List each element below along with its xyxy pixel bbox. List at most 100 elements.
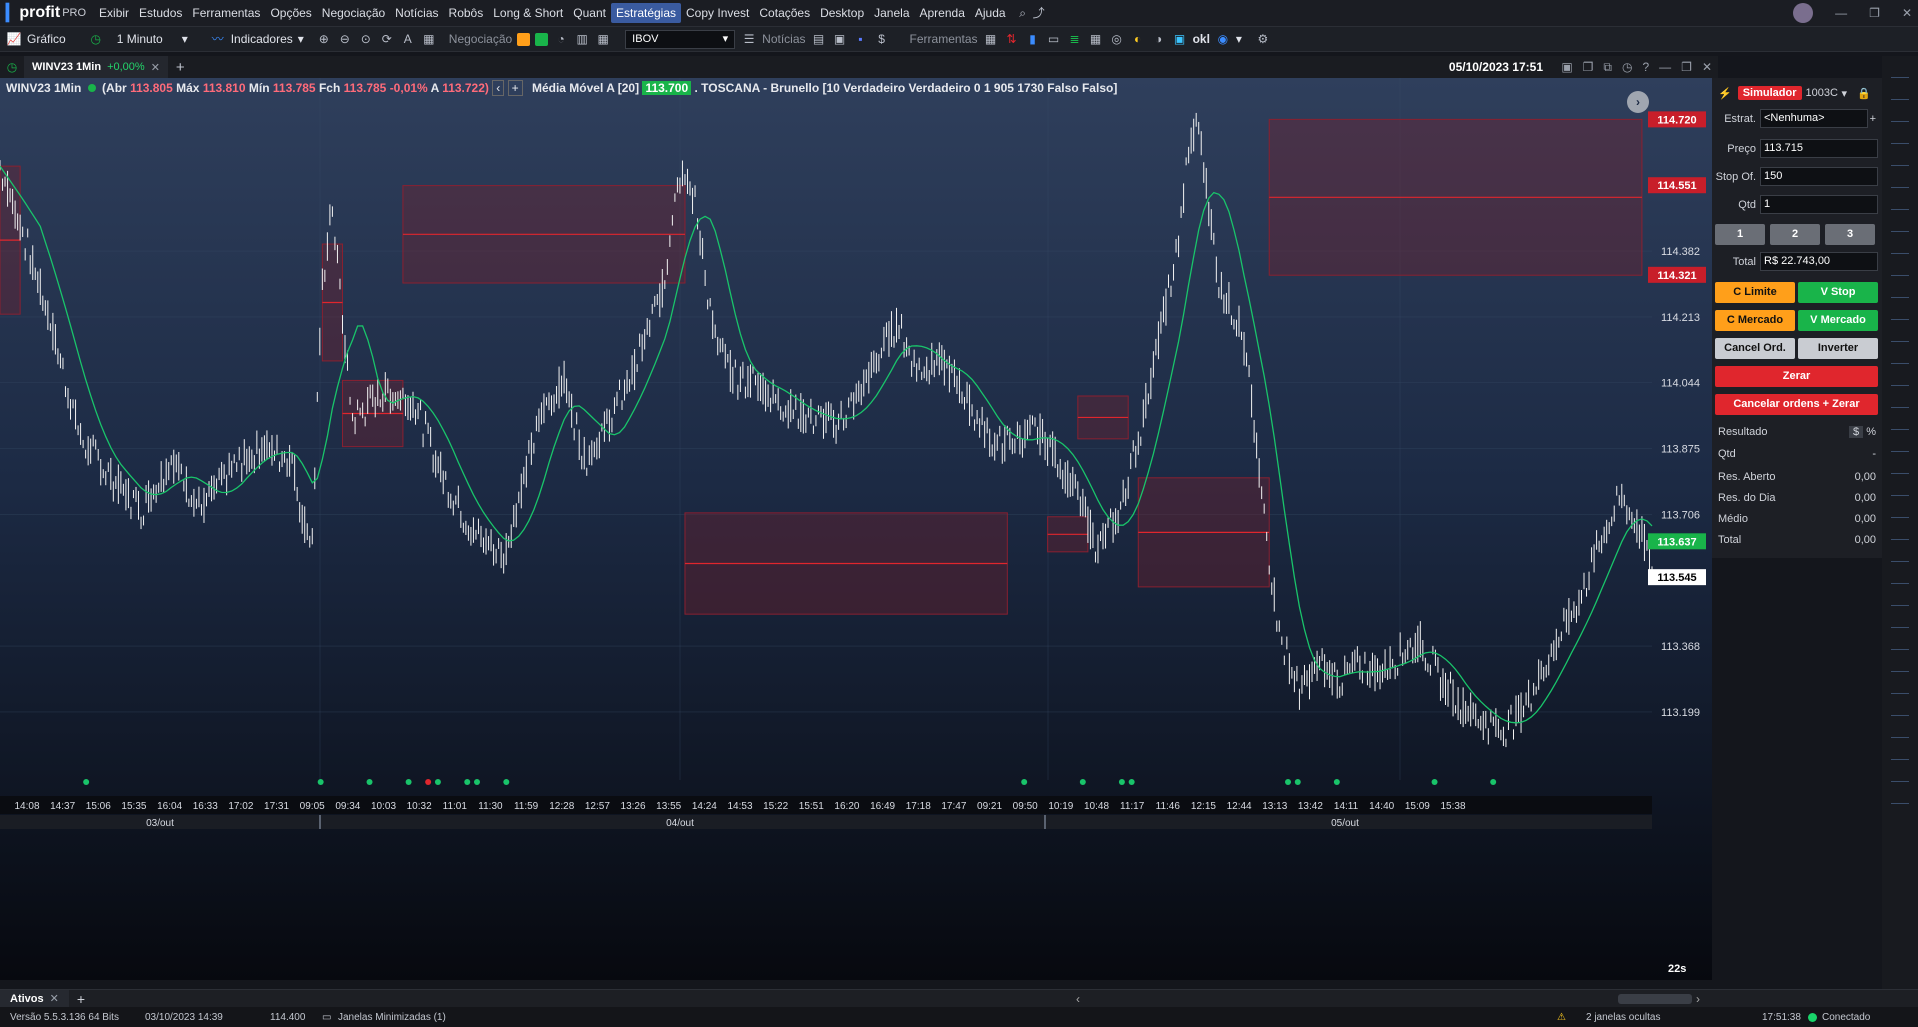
- news-icon-2[interactable]: ▣: [832, 31, 848, 47]
- pitch-icon[interactable]: [1891, 700, 1909, 716]
- zero-position-button[interactable]: Zerar: [1715, 366, 1878, 387]
- qty-preset-2[interactable]: 2: [1770, 224, 1820, 245]
- menu-item-negocia-o[interactable]: Negociação: [317, 0, 390, 26]
- vline-icon[interactable]: [1891, 370, 1909, 386]
- indicators-button[interactable]: 〰 Indicadores ▾: [204, 31, 310, 47]
- fill-icon[interactable]: [1891, 172, 1909, 188]
- fib-c-icon[interactable]: [1891, 502, 1909, 518]
- clock-icon[interactable]: ◷: [4, 59, 20, 75]
- ray-icon[interactable]: [1891, 282, 1909, 298]
- total-input[interactable]: R$ 22.743,00: [1760, 252, 1878, 271]
- zoom-in-icon[interactable]: ⊕: [316, 31, 332, 47]
- menu-item-long-short[interactable]: Long & Short: [488, 0, 568, 26]
- news-icon[interactable]: ▤: [811, 31, 827, 47]
- image-icon[interactable]: ▣: [1172, 31, 1188, 47]
- fib-fan-icon[interactable]: [1891, 524, 1909, 540]
- alarm-icon[interactable]: ◎: [1109, 31, 1125, 47]
- percent-toggle[interactable]: %: [1866, 426, 1876, 438]
- qty-preset-3[interactable]: 3: [1825, 224, 1875, 245]
- menu-item-cota-es[interactable]: Cotações: [754, 0, 815, 26]
- stop-input[interactable]: 150: [1760, 167, 1878, 186]
- simulator-badge[interactable]: Simulador: [1737, 86, 1802, 100]
- matrix-icon[interactable]: ▦: [983, 31, 999, 47]
- share-icon[interactable]: ⤴: [1031, 5, 1047, 21]
- cursor-icon[interactable]: [1891, 62, 1909, 78]
- chart-canvas[interactable]: 114.382 114.213 114.044 113.875 113.706 113.3…: [0, 78, 1712, 980]
- pen-icon[interactable]: [1891, 238, 1909, 254]
- magnet-icon[interactable]: [1891, 150, 1909, 166]
- menu-item-op-es[interactable]: Opções: [265, 0, 316, 26]
- qty-preset-1[interactable]: 1: [1715, 224, 1765, 245]
- estrat-select[interactable]: <Nenhuma>: [1760, 109, 1868, 128]
- updown-icon[interactable]: ⇅: [1004, 31, 1020, 47]
- gauge-icon[interactable]: ◑: [1151, 31, 1167, 47]
- arrow-down-icon[interactable]: [1891, 458, 1909, 474]
- menu-item-estrat-gias[interactable]: Estratégias: [610, 3, 682, 23]
- buy-limit-button[interactable]: C Limite: [1715, 282, 1795, 303]
- close-icon[interactable]: ✕: [50, 992, 59, 1005]
- menu-item-janela[interactable]: Janela: [869, 0, 914, 26]
- lock-icon[interactable]: 🔒: [1857, 87, 1871, 100]
- asset-selector[interactable]: IBOV ▾: [625, 29, 736, 49]
- hline-icon[interactable]: [1891, 348, 1909, 364]
- hidden-windows[interactable]: 2 janelas ocultas: [1586, 1012, 1661, 1023]
- chevron-down-icon[interactable]: ▾: [1842, 87, 1848, 100]
- legend-collapse-icon[interactable]: ‹: [492, 80, 505, 96]
- arrow-up-icon[interactable]: [1891, 436, 1909, 452]
- label-a-icon[interactable]: [1891, 766, 1909, 782]
- price-chart[interactable]: 114.382 114.213 114.044 113.875 113.706 113.3…: [0, 78, 1712, 980]
- help-icon[interactable]: ?: [1642, 60, 1649, 75]
- interval-selector[interactable]: ◷ 1 Minuto ▾: [82, 31, 194, 47]
- grid-icon[interactable]: [1891, 788, 1909, 804]
- add-tab-icon[interactable]: +: [176, 59, 185, 76]
- hand-icon[interactable]: [1891, 128, 1909, 144]
- restore-icon[interactable]: ❐: [1869, 6, 1880, 20]
- menu-item-ferramentas[interactable]: Ferramentas: [187, 0, 265, 26]
- tab-winv23[interactable]: WINV23 1Min +0,00% ✕: [24, 56, 168, 78]
- cancel-orders-button[interactable]: Cancel Ord.: [1715, 338, 1795, 359]
- layout-icon[interactable]: ▦: [421, 31, 437, 47]
- fib-icon[interactable]: [1891, 480, 1909, 496]
- channel-icon[interactable]: [1891, 590, 1909, 606]
- square-icon[interactable]: [1891, 634, 1909, 650]
- minimize-icon[interactable]: —: [1659, 60, 1671, 75]
- add-tab-icon[interactable]: +: [77, 991, 85, 1007]
- label-d-icon[interactable]: [1891, 744, 1909, 760]
- avatar[interactable]: [1793, 3, 1814, 23]
- close-icon[interactable]: ✕: [151, 61, 160, 74]
- chart-button[interactable]: 📈 Gráfico: [0, 31, 72, 47]
- c-order-icon[interactable]: [517, 32, 531, 46]
- menu-item-copy-invest[interactable]: Copy Invest: [681, 0, 754, 26]
- menu-item-desktop[interactable]: Desktop: [815, 0, 869, 26]
- menu-item-rob-s[interactable]: Robôs: [444, 0, 489, 26]
- okl-label[interactable]: okl: [1193, 32, 1210, 46]
- bars-icon[interactable]: ▥: [574, 31, 590, 47]
- label-r-icon[interactable]: [1891, 722, 1909, 738]
- tab-ativos[interactable]: Ativos ✕: [0, 990, 69, 1007]
- menu-item-aprenda[interactable]: Aprenda: [915, 0, 970, 26]
- pie-icon[interactable]: ◔: [553, 31, 569, 47]
- trend-icon[interactable]: [1891, 304, 1909, 320]
- circle-icon[interactable]: [1891, 656, 1909, 672]
- minimized-windows[interactable]: Janelas Minimizadas (1): [338, 1012, 446, 1023]
- currency-toggle[interactable]: $: [1849, 426, 1864, 438]
- brush-icon[interactable]: [1891, 194, 1909, 210]
- text-t-icon[interactable]: [1891, 414, 1909, 430]
- triangle-icon[interactable]: [1891, 678, 1909, 694]
- gear-icon[interactable]: ⚙: [1255, 31, 1271, 47]
- legend-add-icon[interactable]: +: [507, 80, 523, 96]
- menu-item-ajuda[interactable]: Ajuda: [970, 0, 1011, 26]
- invert-button[interactable]: Inverter: [1798, 338, 1878, 359]
- chart-scroll-right-icon[interactable]: ›: [1627, 91, 1649, 113]
- v-order-icon[interactable]: [535, 32, 549, 46]
- parallel-icon[interactable]: [1891, 326, 1909, 342]
- replay-icon[interactable]: ◐: [1130, 31, 1146, 47]
- text-a-icon[interactable]: [1891, 216, 1909, 232]
- preco-input[interactable]: 113.715: [1760, 139, 1878, 158]
- text-tool-icon[interactable]: A: [400, 31, 416, 47]
- minimize-icon[interactable]: —: [1835, 6, 1847, 20]
- snapshot-icon[interactable]: ▣: [1561, 60, 1572, 75]
- add-icon[interactable]: +: [1870, 113, 1876, 125]
- account-id[interactable]: 1003C: [1806, 87, 1842, 99]
- settings-box-icon[interactable]: ▦: [1088, 31, 1104, 47]
